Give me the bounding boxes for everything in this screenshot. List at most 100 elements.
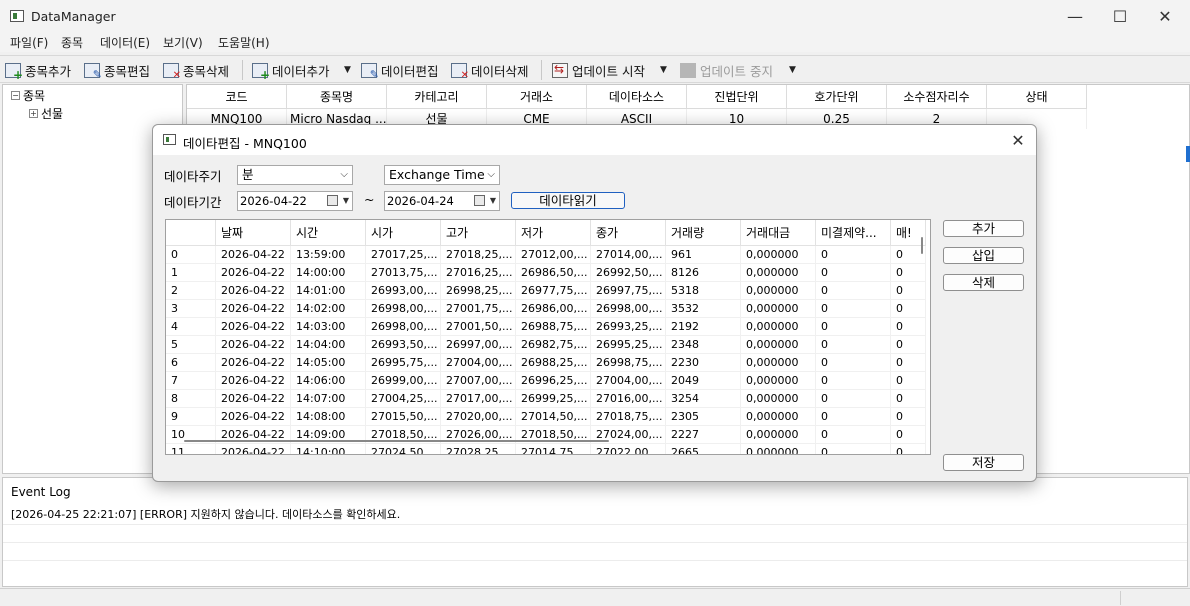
table-cell[interactable]: 14:03:00 — [291, 318, 366, 336]
low-header[interactable]: 저가 — [516, 220, 591, 246]
table-cell[interactable]: 26995,75,... — [366, 354, 441, 372]
minimize-button[interactable]: — — [1052, 0, 1098, 32]
table-cell[interactable]: 0 — [816, 300, 891, 318]
open-interest-header[interactable]: 미결제약... — [816, 220, 891, 246]
table-cell[interactable]: 27016,00,... — [591, 390, 666, 408]
table-cell[interactable]: 0,000000 — [741, 372, 816, 390]
tree-node-futures[interactable]: + 선물 — [29, 105, 63, 122]
table-cell[interactable]: 26997,75,... — [591, 282, 666, 300]
date-to-picker[interactable]: 2026-04-24 ▼ — [384, 191, 500, 211]
menu-help[interactable]: 도움말(H) — [218, 34, 270, 51]
table-cell[interactable]: 2026-04-22 — [216, 264, 291, 282]
table-cell[interactable]: 0 — [816, 408, 891, 426]
table-cell[interactable]: 0,000000 — [741, 390, 816, 408]
table-cell[interactable]: 3254 — [666, 390, 741, 408]
delete-row-button[interactable]: 삭제 — [943, 274, 1024, 291]
table-cell[interactable]: 26995,25,... — [591, 336, 666, 354]
table-cell[interactable]: 2026-04-22 — [216, 444, 291, 454]
bar-data-grid[interactable]: 날짜 시간 시가 고가 저가 종가 거래량 거래대금 미결제약... 매! 0 2026-04-22… — [165, 219, 931, 455]
table-cell[interactable]: 9 — [166, 408, 216, 426]
close-header[interactable]: 종가 — [591, 220, 666, 246]
table-cell[interactable]: 27024,50 — [366, 444, 441, 454]
table-cell[interactable]: 0,000000 — [741, 264, 816, 282]
table-cell[interactable]: 26986,00,... — [516, 300, 591, 318]
table-cell[interactable]: 27014,75 — [516, 444, 591, 454]
close-button[interactable]: ✕ — [1142, 0, 1188, 32]
add-data-dropdown[interactable]: ▼ — [344, 60, 351, 80]
add-data-button[interactable]: 데이터추가 — [252, 60, 330, 82]
table-cell[interactable]: 27001,50,... — [441, 318, 516, 336]
table-cell[interactable]: 0,000000 — [741, 408, 816, 426]
table-cell[interactable]: 2348 — [666, 336, 741, 354]
table-cell[interactable]: 26986,50,... — [516, 264, 591, 282]
dialog-close-button[interactable]: ✕ — [1004, 127, 1032, 153]
table-row[interactable]: 8 2026-04-22 14:07:00 27004,25,... 27017,00,… — [166, 390, 926, 408]
table-row[interactable]: 1 2026-04-22 14:00:00 27013,75,... 27016,25,… — [166, 264, 926, 282]
table-cell[interactable]: 0 — [891, 408, 926, 426]
table-cell[interactable]: 2665 — [666, 444, 741, 454]
table-cell[interactable]: 27017,25,... — [366, 246, 441, 264]
table-cell[interactable]: 2192 — [666, 318, 741, 336]
column-header[interactable]: 카테고리 — [387, 85, 487, 109]
event-log-entry[interactable]: [2026-04-25 22:21:07] [ERROR] 지원하지 않습니다.… — [11, 506, 400, 522]
table-cell[interactable]: 26993,00,... — [366, 282, 441, 300]
table-cell[interactable]: 27022,00 — [591, 444, 666, 454]
collapse-icon[interactable]: − — [11, 91, 20, 100]
table-cell[interactable]: 27018,25,... — [441, 246, 516, 264]
table-cell[interactable]: 14:10:00 — [291, 444, 366, 454]
table-cell[interactable]: 0 — [816, 264, 891, 282]
table-cell[interactable]: 0 — [816, 372, 891, 390]
table-cell[interactable]: 0 — [891, 354, 926, 372]
table-cell[interactable]: 0,000000 — [741, 300, 816, 318]
table-cell[interactable]: 26999,25,... — [516, 390, 591, 408]
table-cell[interactable]: 0,000000 — [741, 246, 816, 264]
table-cell[interactable]: 14:04:00 — [291, 336, 366, 354]
row-index-header[interactable] — [166, 220, 216, 246]
table-cell[interactable]: 0 — [816, 426, 891, 444]
date-header[interactable]: 날짜 — [216, 220, 291, 246]
table-cell[interactable]: 8 — [166, 390, 216, 408]
table-cell[interactable]: 2026-04-22 — [216, 300, 291, 318]
table-cell[interactable]: 13:59:00 — [291, 246, 366, 264]
add-symbol-button[interactable]: 종목추가 — [5, 60, 71, 82]
table-cell[interactable]: 27004,25,... — [366, 390, 441, 408]
table-cell[interactable]: 2227 — [666, 426, 741, 444]
table-cell[interactable]: 26988,75,... — [516, 318, 591, 336]
open-header[interactable]: 시가 — [366, 220, 441, 246]
table-cell[interactable]: 3 — [166, 300, 216, 318]
table-cell[interactable]: 2305 — [666, 408, 741, 426]
expand-icon[interactable]: + — [29, 109, 38, 118]
table-cell[interactable]: 0 — [891, 390, 926, 408]
chevron-down-icon[interactable]: ▼ — [490, 192, 496, 210]
table-cell[interactable]: 14:02:00 — [291, 300, 366, 318]
table-cell[interactable]: 27014,50,... — [516, 408, 591, 426]
delete-data-button[interactable]: 데이터삭제 — [451, 60, 529, 81]
table-cell[interactable]: 0 — [816, 444, 891, 454]
table-cell[interactable]: 0,000000 — [741, 336, 816, 354]
table-cell[interactable]: 27015,50,... — [366, 408, 441, 426]
table-cell[interactable]: 26999,00,... — [366, 372, 441, 390]
table-cell[interactable]: 0 — [816, 390, 891, 408]
table-cell[interactable]: 2230 — [666, 354, 741, 372]
table-cell[interactable]: 26982,75,... — [516, 336, 591, 354]
table-cell[interactable]: 26998,00,... — [366, 300, 441, 318]
table-cell[interactable]: 26993,50,... — [366, 336, 441, 354]
table-cell[interactable]: 0,000000 — [741, 354, 816, 372]
table-cell[interactable]: 0 — [891, 372, 926, 390]
table-cell[interactable]: 27012,00,... — [516, 246, 591, 264]
horizontal-scrollbar[interactable] — [184, 440, 609, 442]
table-cell[interactable]: 27018,75,... — [591, 408, 666, 426]
date-from-picker[interactable]: 2026-04-22 ▼ — [237, 191, 353, 211]
table-cell[interactable]: 27014,00,... — [591, 246, 666, 264]
table-row[interactable]: 2 2026-04-22 14:01:00 26993,00,... 26998,25,… — [166, 282, 926, 300]
table-cell[interactable]: 26988,25,... — [516, 354, 591, 372]
table-cell[interactable]: 2026-04-22 — [216, 282, 291, 300]
table-cell[interactable]: 2026-04-22 — [216, 408, 291, 426]
table-cell[interactable]: 8126 — [666, 264, 741, 282]
table-cell[interactable]: 2026-04-22 — [216, 336, 291, 354]
table-cell[interactable]: 0 — [891, 444, 926, 454]
table-cell[interactable]: 2 — [166, 282, 216, 300]
table-row[interactable]: 9 2026-04-22 14:08:00 27015,50,... 27020,00,… — [166, 408, 926, 426]
table-cell[interactable]: 11 — [166, 444, 216, 454]
table-cell[interactable]: 0,000000 — [741, 282, 816, 300]
